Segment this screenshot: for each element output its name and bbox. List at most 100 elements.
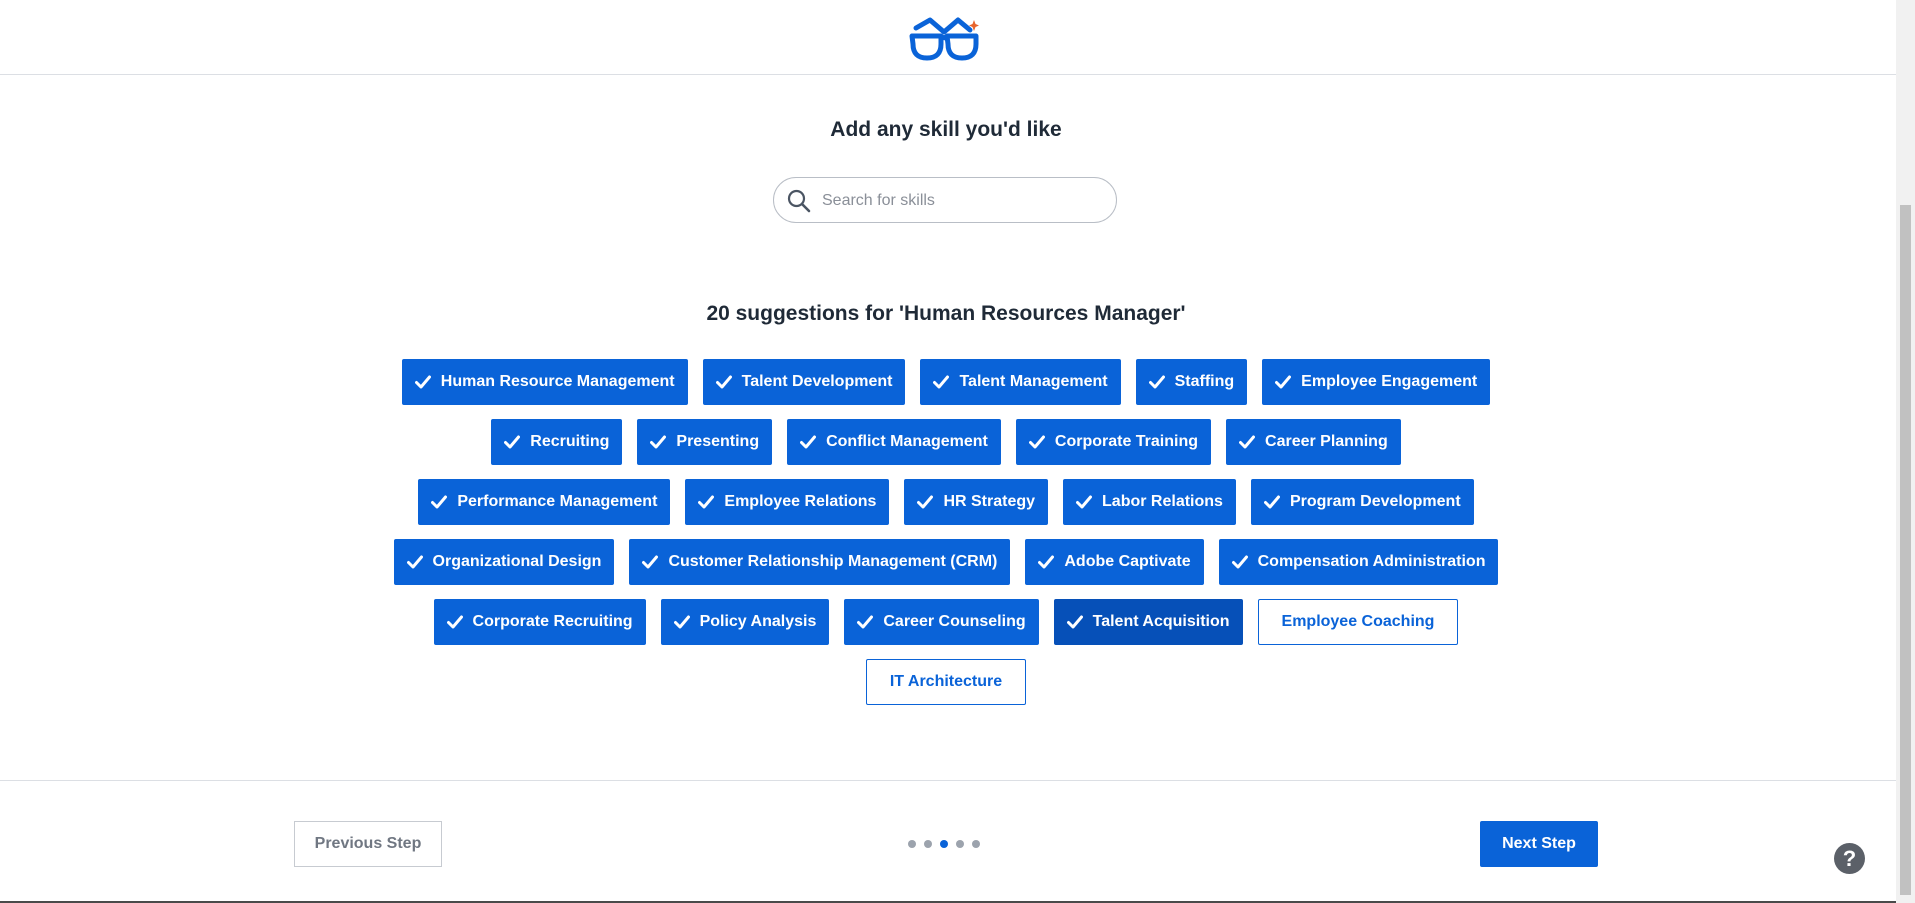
skill-chip-label: Recruiting [530,433,610,450]
skill-chip[interactable]: Staffing [1135,359,1248,405]
check-icon [414,375,431,389]
step-dot[interactable] [924,840,932,848]
check-icon [933,375,950,389]
check-icon [1231,555,1248,569]
skill-chip-label: Labor Relations [1102,493,1223,510]
chip-row: Organizational Design Customer Relationsh… [0,539,1892,585]
skill-chip-label: Corporate Recruiting [472,613,633,630]
search-input[interactable] [820,186,1104,216]
skill-chip-label: Conflict Management [826,433,988,450]
skill-chip-label: Staffing [1174,373,1235,390]
skill-chip-label: Adobe Captivate [1064,553,1191,570]
check-icon [642,555,659,569]
step-dot[interactable] [972,840,980,848]
top-header [0,0,1896,75]
check-icon [673,615,690,629]
vertical-scrollbar[interactable] [1896,0,1915,903]
skill-chip[interactable]: Corporate Recruiting [433,599,646,645]
skill-chip[interactable]: Customer Relationship Management (CRM) [629,539,1011,585]
skill-chip[interactable]: Career Planning [1226,419,1401,465]
skill-chip[interactable]: Performance Management [418,479,671,525]
chip-row: IT Architecture [0,659,1892,705]
skill-chip[interactable]: Policy Analysis [660,599,830,645]
suggestions-title: 20 suggestions for 'Human Resources Mana… [706,302,1186,325]
check-icon [1076,495,1093,509]
skill-chip-label: Career Planning [1265,433,1388,450]
skill-chip[interactable]: IT Architecture [865,659,1027,705]
check-icon [715,375,732,389]
skill-chip-label: Talent Management [959,373,1108,390]
check-icon [1038,555,1055,569]
check-icon [1028,435,1045,449]
skill-chip-label: Career Counseling [883,613,1026,630]
skill-chip-label: Performance Management [457,493,658,510]
skill-chip-label: Program Development [1289,493,1461,510]
check-icon [446,615,463,629]
skill-chip-label: Corporate Training [1054,433,1199,450]
check-icon [1263,495,1280,509]
skill-chip-label: Presenting [676,433,760,450]
skill-chip-label: Talent Development [741,373,893,390]
skill-chip[interactable]: Employee Relations [685,479,890,525]
skill-chip[interactable]: Employee Engagement [1262,359,1491,405]
skill-chip-label: IT Architecture [889,673,1003,690]
check-icon [504,435,521,449]
check-icon [650,435,667,449]
step-dot[interactable] [908,840,916,848]
skill-chip[interactable]: HR Strategy [904,479,1049,525]
page-title: Add any skill you'd like [830,118,1062,141]
chip-row: Corporate Recruiting Policy Analysis Caree… [0,599,1892,645]
chip-row: Performance Management Employee Relations… [0,479,1892,525]
skill-chip-label: Policy Analysis [699,613,817,630]
skill-chip[interactable]: Labor Relations [1063,479,1236,525]
previous-step-button[interactable]: Previous Step [294,821,442,867]
skill-chip[interactable]: Organizational Design [393,539,615,585]
chip-row: Human Resource Management Talent Developm… [0,359,1892,405]
check-icon [1275,375,1292,389]
skill-chip-label: Human Resource Management [440,373,675,390]
skill-chip-label: HR Strategy [943,493,1036,510]
skill-chip[interactable]: Talent Acquisition [1053,599,1243,645]
glasses-logo-icon[interactable] [908,14,980,62]
skill-chip[interactable]: Recruiting [491,419,623,465]
viewport: Add any skill you'd like 20 suggestions … [0,0,1896,903]
help-icon[interactable]: ? [1834,843,1865,874]
check-icon [800,435,817,449]
skill-chip-label: Employee Coaching [1281,613,1435,630]
footer: Previous Step Next Step ? [0,780,1896,903]
page: Add any skill you'd like 20 suggestions … [0,0,1915,903]
search-box[interactable] [773,177,1117,223]
check-icon [917,495,934,509]
skill-suggestions: Human Resource Management Talent Developm… [0,359,1892,719]
skill-chip-label: Compensation Administration [1257,553,1486,570]
check-icon [1239,435,1256,449]
skill-chip[interactable]: Talent Management [920,359,1121,405]
skill-chip[interactable]: Adobe Captivate [1025,539,1204,585]
skill-chip-label: Talent Acquisition [1092,613,1230,630]
skill-chip-label: Customer Relationship Management (CRM) [668,553,998,570]
search-icon [787,189,811,213]
step-dot[interactable] [940,840,948,848]
skill-chip[interactable]: Human Resource Management [401,359,688,405]
scrollbar-thumb[interactable] [1900,205,1911,895]
chip-row: Recruiting Presenting Conflict Management C… [0,419,1892,465]
check-icon [1066,615,1083,629]
skill-chip[interactable]: Program Development [1250,479,1474,525]
step-indicator [908,840,980,848]
check-icon [698,495,715,509]
next-step-button[interactable]: Next Step [1480,821,1598,867]
skill-chip[interactable]: Compensation Administration [1218,539,1499,585]
skill-chip[interactable]: Career Counseling [844,599,1039,645]
skill-chip-label: Employee Relations [724,493,877,510]
skill-chip[interactable]: Conflict Management [787,419,1001,465]
skill-chip[interactable]: Talent Development [702,359,906,405]
check-icon [406,555,423,569]
step-dot[interactable] [956,840,964,848]
skill-chip[interactable]: Presenting [637,419,773,465]
skill-chip-label: Employee Engagement [1301,373,1478,390]
check-icon [431,495,448,509]
check-icon [857,615,874,629]
skill-chip[interactable]: Corporate Training [1015,419,1212,465]
skill-chip[interactable]: Employee Coaching [1257,599,1459,645]
skill-chip-label: Organizational Design [432,553,602,570]
